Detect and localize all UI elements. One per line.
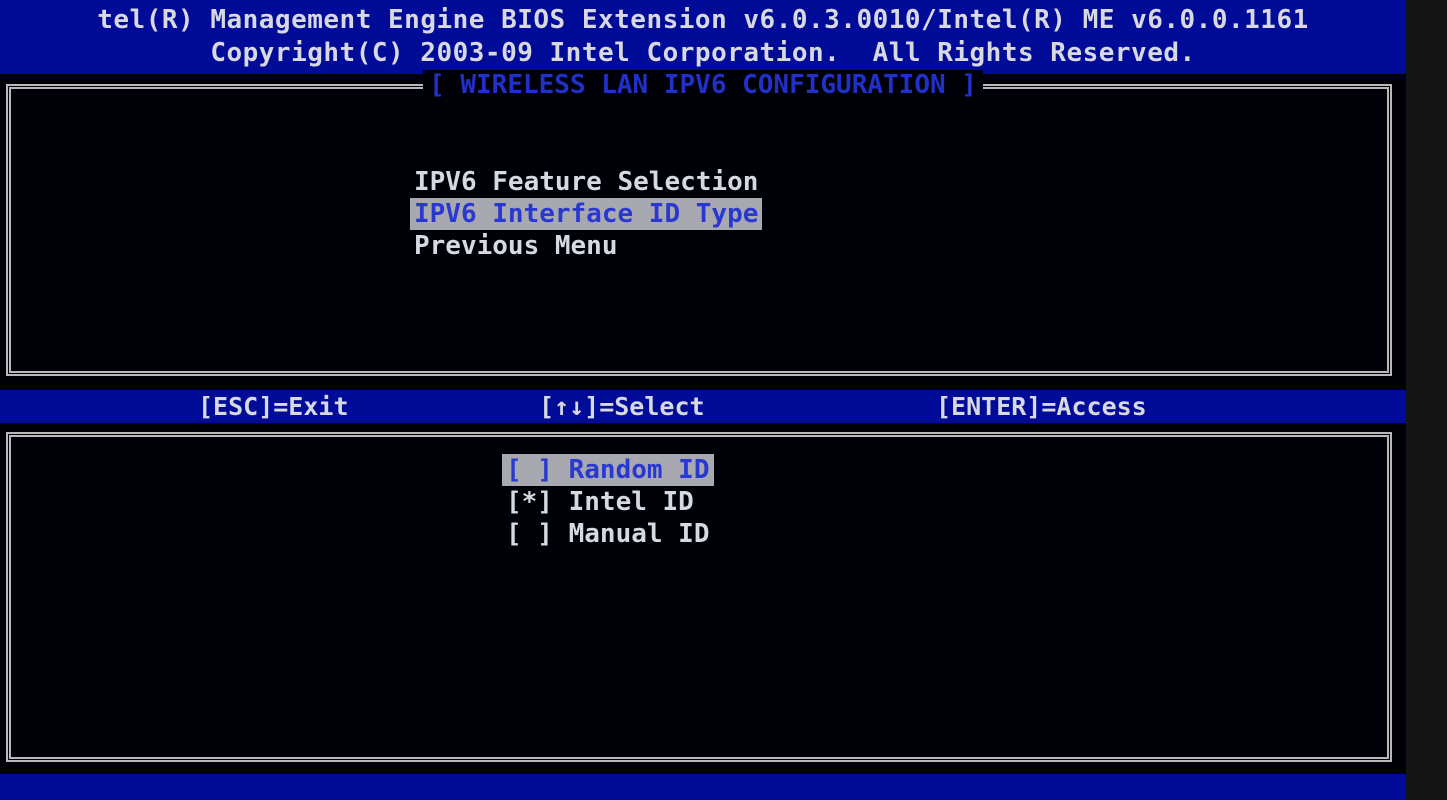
header-bar: tel(R) Management Engine BIOS Extension … xyxy=(0,0,1406,74)
option-manual-id[interactable]: [ ] Manual ID xyxy=(502,518,714,550)
right-edge-strip xyxy=(1406,0,1447,800)
menu-item-ipv6-feature-selection[interactable]: IPV6 Feature Selection xyxy=(410,166,762,198)
option-intel-id[interactable]: [*] Intel ID xyxy=(502,486,714,518)
key-hint-access: [ENTER]=Access xyxy=(936,392,1147,421)
id-type-options: [ ] Random ID [*] Intel ID [ ] Manual ID xyxy=(502,454,714,550)
panel-title-container: [ WIRELESS LAN IPV6 CONFIGURATION ] xyxy=(0,70,1406,100)
key-hint-select: [↑↓]=Select xyxy=(539,392,705,421)
menu-item-previous-menu[interactable]: Previous Menu xyxy=(410,230,762,262)
key-hint-exit: [ESC]=Exit xyxy=(198,392,349,421)
main-menu: IPV6 Feature Selection IPV6 Interface ID… xyxy=(410,166,763,262)
panel-title: [ WIRELESS LAN IPV6 CONFIGURATION ] xyxy=(423,70,983,100)
header-copyright: Copyright(C) 2003-09 Intel Corporation. … xyxy=(210,38,1196,68)
status-bar xyxy=(0,774,1406,800)
key-help-bar: [ESC]=Exit [↑↓]=Select [ENTER]=Access xyxy=(0,390,1406,423)
menu-item-ipv6-interface-id-type[interactable]: IPV6 Interface ID Type xyxy=(410,198,763,230)
bios-screen: tel(R) Management Engine BIOS Extension … xyxy=(0,0,1406,800)
option-random-id[interactable]: [ ] Random ID xyxy=(502,454,714,486)
header-title: tel(R) Management Engine BIOS Extension … xyxy=(97,5,1309,35)
